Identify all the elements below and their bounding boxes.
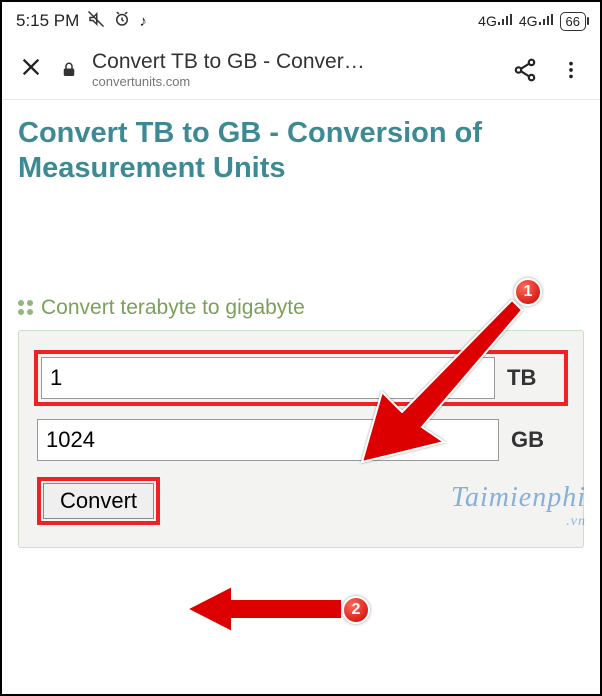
tb-input[interactable]: [41, 357, 495, 399]
annotation-arrow-2: [182, 584, 352, 634]
tb-row-highlight: TB: [34, 350, 568, 406]
status-right: 4G 4G 66: [478, 12, 586, 31]
alarm-icon: [113, 10, 131, 33]
menu-dots-icon[interactable]: [556, 55, 586, 85]
share-icon[interactable]: [508, 53, 542, 87]
lock-icon: [60, 61, 78, 79]
page-tab-title: Convert TB to GB - Conver…: [92, 50, 494, 74]
page-domain: convertunits.com: [92, 74, 494, 89]
watermark: Taimienphi .vn: [451, 482, 586, 530]
battery-indicator: 66: [560, 12, 586, 31]
watermark-suffix: .vn: [451, 514, 586, 530]
status-bar: 5:15 PM ♪ 4G 4G 66: [2, 2, 600, 40]
tiktok-icon: ♪: [139, 13, 147, 30]
gb-row: GB: [37, 419, 565, 461]
mute-icon: [87, 10, 105, 33]
page-title: Convert TB to GB - Conversion of Measure…: [18, 116, 584, 186]
watermark-text: Taimienphi: [451, 482, 586, 513]
convert-button[interactable]: Convert: [43, 483, 154, 519]
signal-4g-1: 4G: [478, 13, 513, 29]
signal-4g-2: 4G: [519, 13, 554, 29]
browser-toolbar: Convert TB to GB - Conver… convertunits.…: [2, 40, 600, 100]
gb-unit-label: GB: [511, 427, 565, 453]
gb-input[interactable]: [37, 419, 499, 461]
annotation-marker-2: 2: [342, 596, 370, 624]
tb-unit-label: TB: [507, 365, 561, 391]
status-left: 5:15 PM ♪: [16, 10, 147, 33]
section-title: Convert terabyte to gigabyte: [41, 296, 305, 320]
status-time: 5:15 PM: [16, 11, 79, 31]
url-block[interactable]: Convert TB to GB - Conver… convertunits.…: [92, 50, 494, 89]
section-header: Convert terabyte to gigabyte: [18, 296, 584, 320]
convert-highlight: Convert: [37, 477, 160, 525]
grid-dots-icon: [18, 300, 33, 315]
close-icon[interactable]: [16, 54, 46, 85]
